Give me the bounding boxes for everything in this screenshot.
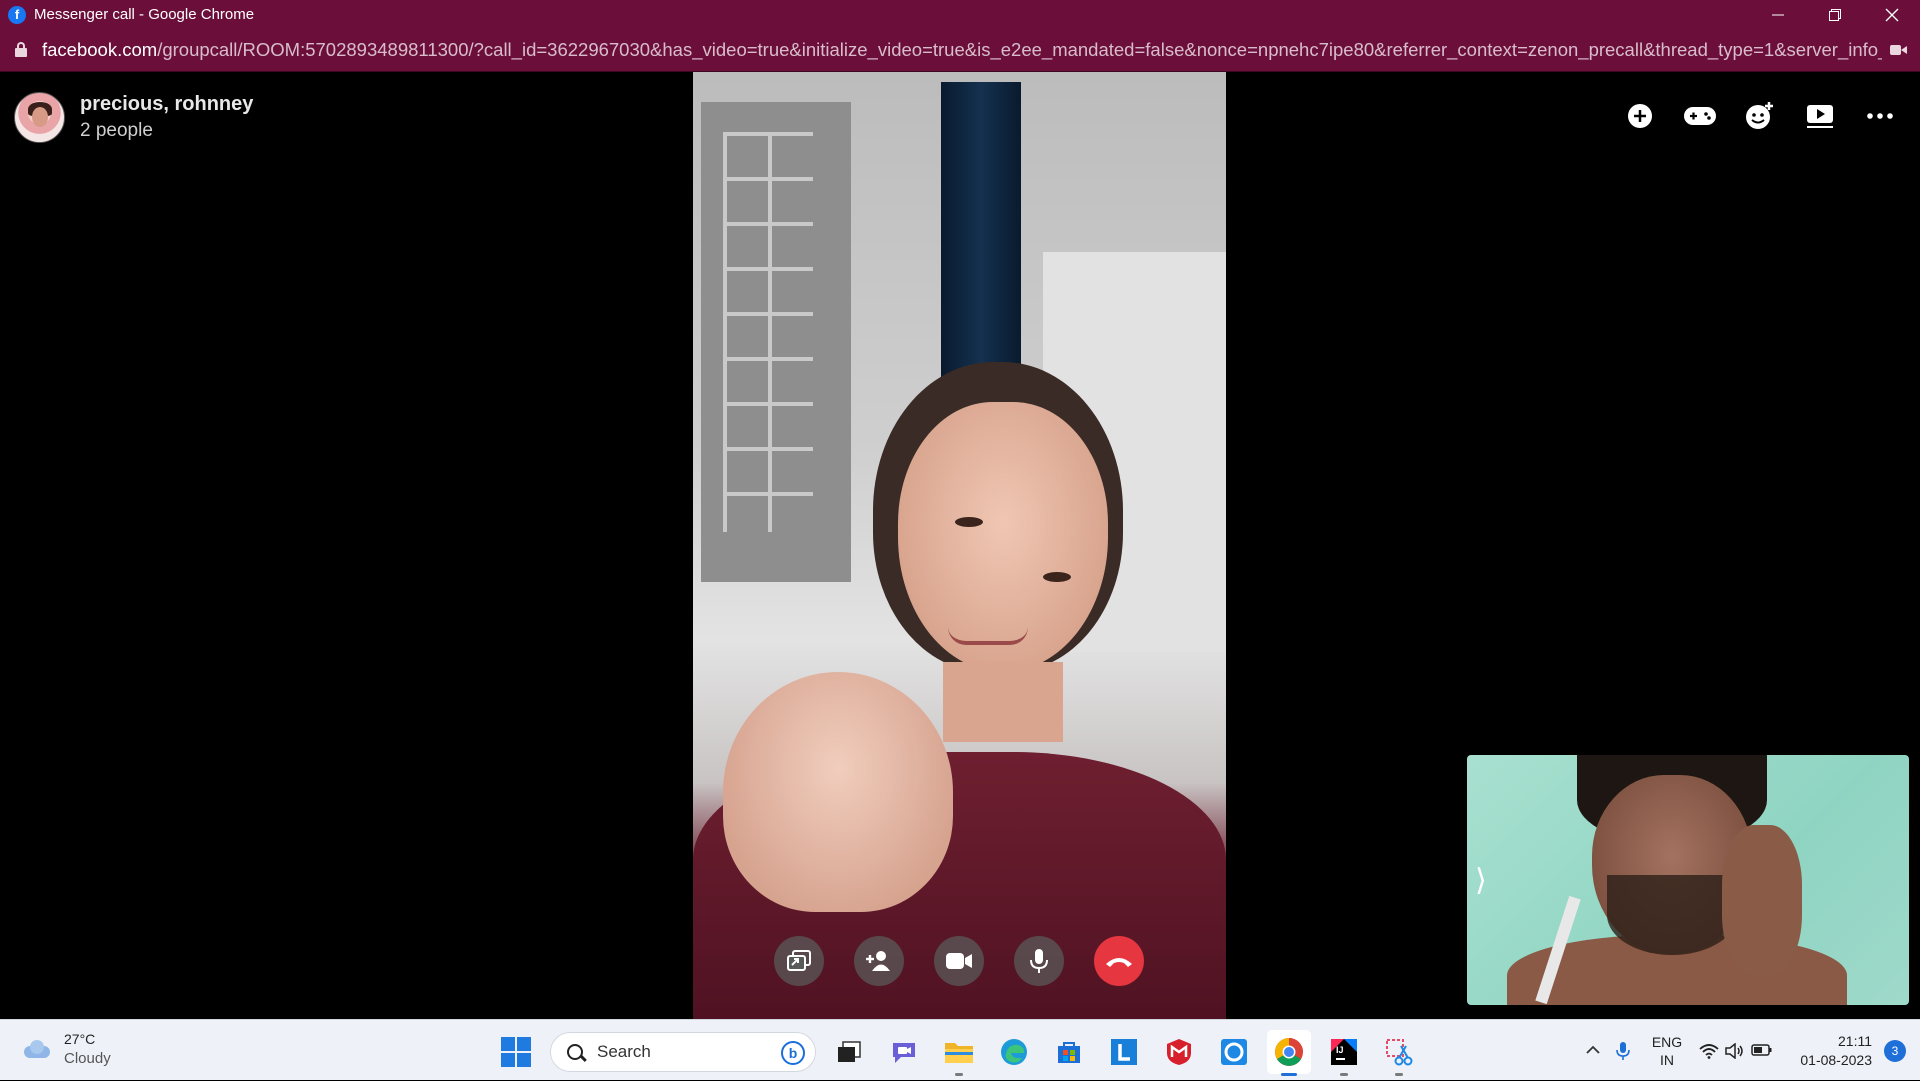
svg-text:IJ: IJ xyxy=(1336,1045,1344,1055)
video-camera-icon xyxy=(946,953,972,969)
url-domain: facebook.com xyxy=(42,39,158,60)
clock-date: 01-08-2023 xyxy=(1800,1051,1872,1068)
chrome-icon[interactable] xyxy=(1267,1030,1311,1076)
system-tray: ENG IN 21:11 01-08-2023 3 xyxy=(1578,1020,1920,1081)
url-text[interactable]: facebook.com/groupcall/ROOM:570289348981… xyxy=(42,39,1882,61)
microphone-icon xyxy=(1030,949,1048,973)
file-explorer-icon[interactable] xyxy=(937,1030,981,1076)
participants-title: precious, rohnney xyxy=(80,93,254,115)
self-view-video[interactable]: ⟩ xyxy=(1467,755,1909,1005)
add-icon[interactable] xyxy=(1618,94,1662,138)
snipping-tool-icon[interactable] xyxy=(1377,1030,1421,1076)
address-bar[interactable]: facebook.com/groupcall/ROOM:570289348981… xyxy=(0,29,1920,72)
end-call-button[interactable] xyxy=(1094,936,1144,986)
camera-in-use-icon[interactable] xyxy=(1890,43,1908,57)
video-toggle-button[interactable] xyxy=(934,936,984,986)
title-bar: f Messenger call - Google Chrome xyxy=(0,0,1920,29)
participant-count: 2 people xyxy=(80,120,153,141)
facebook-icon: f xyxy=(8,5,26,24)
bing-icon[interactable]: b xyxy=(781,1041,805,1065)
top-actions xyxy=(1602,94,1902,138)
mcafee-icon[interactable] xyxy=(1157,1030,1201,1074)
weather-temp: 27°C xyxy=(64,1031,96,1047)
restore-button[interactable] xyxy=(1806,0,1863,29)
play-video-icon[interactable] xyxy=(1798,94,1842,138)
language-indicator[interactable]: ENG IN xyxy=(1638,1033,1696,1069)
call-area: precious, rohnney 2 people ⟩ xyxy=(0,72,1920,1019)
gamepad-icon[interactable] xyxy=(1678,94,1722,138)
minimize-button[interactable] xyxy=(1749,0,1806,29)
clock-time: 21:11 xyxy=(1838,1032,1872,1049)
volume-icon xyxy=(1725,1042,1743,1059)
share-screen-icon xyxy=(787,950,811,971)
clock[interactable]: 21:11 01-08-2023 xyxy=(1776,1032,1872,1070)
collapse-self-view-icon[interactable]: ⟩ xyxy=(1475,863,1487,898)
url-path: /groupcall/ROOM:5702893489811300/?call_i… xyxy=(157,39,1882,60)
microphone-button[interactable] xyxy=(1014,936,1064,986)
taskbar-apps: Search b IJ xyxy=(496,1030,1421,1076)
more-icon[interactable] xyxy=(1858,94,1902,138)
window-controls xyxy=(1749,0,1920,29)
call-controls xyxy=(774,936,1144,986)
lock-icon[interactable] xyxy=(14,42,28,58)
cloud-icon xyxy=(20,1038,54,1060)
language-region: IN xyxy=(1660,1051,1674,1068)
windows-start-icon[interactable] xyxy=(496,1032,536,1072)
close-button[interactable] xyxy=(1863,0,1920,29)
battery-icon xyxy=(1751,1043,1772,1056)
taskbar: 27°C Cloudy Search b IJ ENG IN 21:11 01-… xyxy=(0,1019,1920,1080)
avatar[interactable] xyxy=(14,92,65,143)
edge-icon[interactable] xyxy=(992,1030,1036,1074)
intellij-icon[interactable]: IJ xyxy=(1322,1030,1366,1076)
add-person-icon xyxy=(866,951,890,971)
show-hidden-icons-icon[interactable] xyxy=(1578,1042,1608,1060)
end-call-icon xyxy=(1106,958,1132,967)
chat-icon[interactable] xyxy=(882,1030,926,1074)
app-circle-icon[interactable] xyxy=(1212,1030,1256,1074)
call-header: precious, rohnney 2 people xyxy=(14,92,253,143)
language-code: ENG xyxy=(1651,1033,1683,1050)
quick-settings[interactable] xyxy=(1696,1042,1776,1059)
microphone-in-use-icon[interactable] xyxy=(1608,1041,1638,1061)
wifi-icon xyxy=(1699,1043,1719,1059)
weather-condition: Cloudy xyxy=(64,1050,111,1067)
window-title: Messenger call - Google Chrome xyxy=(34,6,255,23)
main-video-feed xyxy=(693,72,1226,1019)
task-view-icon[interactable] xyxy=(827,1030,871,1074)
store-icon[interactable] xyxy=(1047,1030,1091,1074)
search-placeholder: Search xyxy=(597,1042,651,1061)
notification-badge[interactable]: 3 xyxy=(1884,1039,1906,1062)
weather-widget[interactable]: 27°C Cloudy xyxy=(20,1030,111,1068)
share-screen-button[interactable] xyxy=(774,936,824,986)
taskbar-search[interactable]: Search b xyxy=(550,1032,816,1072)
add-person-button[interactable] xyxy=(854,936,904,986)
search-icon xyxy=(567,1044,583,1060)
l-app-icon[interactable] xyxy=(1102,1030,1146,1074)
add-emoji-icon[interactable] xyxy=(1738,94,1782,138)
